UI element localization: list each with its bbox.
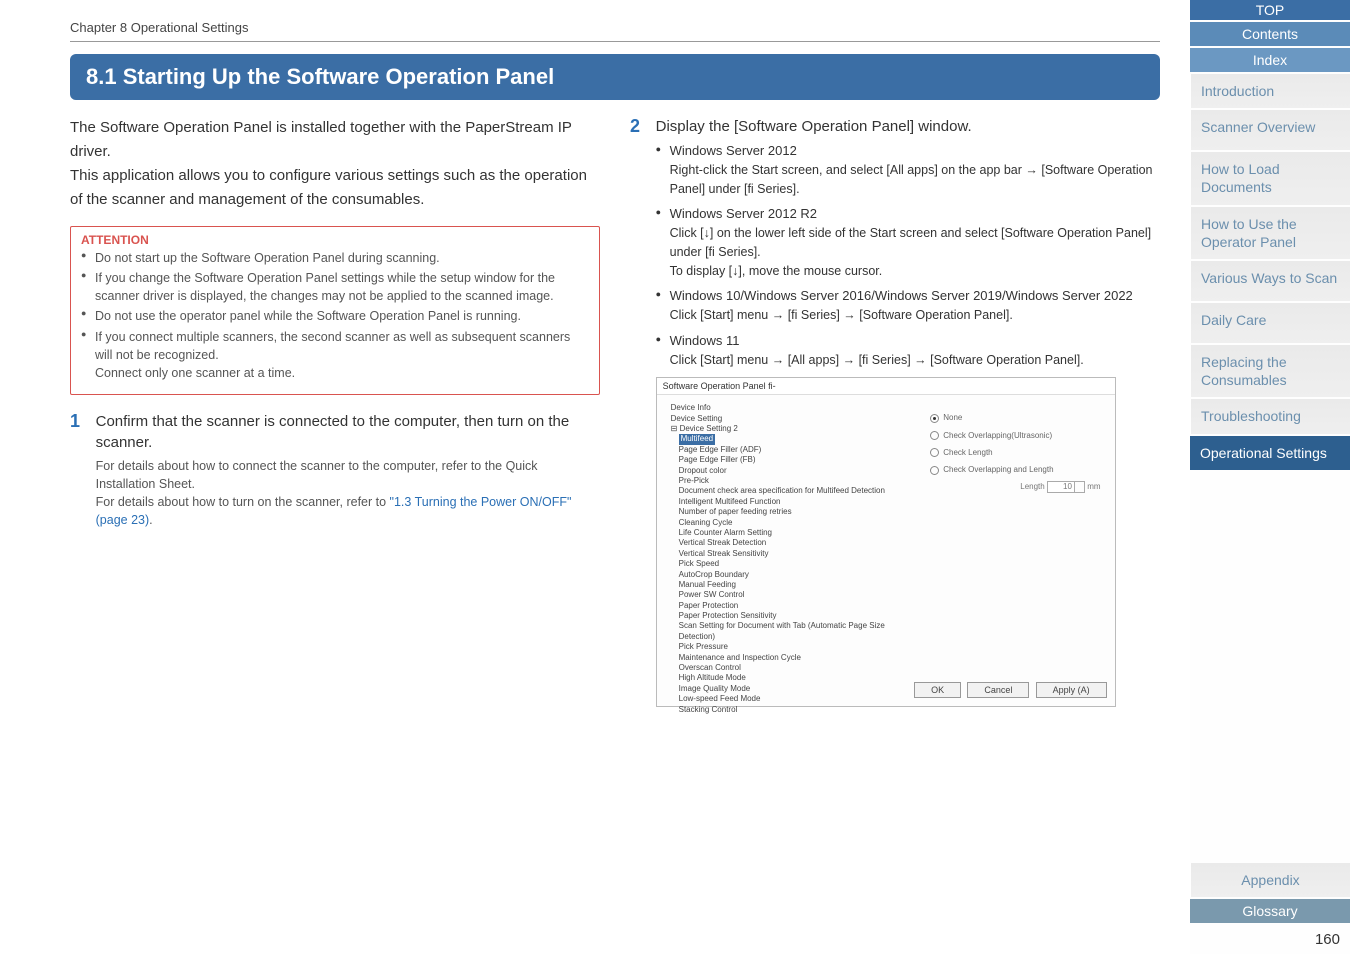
nav-various-ways-to-scan[interactable]: Various Ways to Scan (1190, 261, 1350, 301)
tree-selected-multifeed: Multifeed (679, 434, 715, 444)
screenshot-tree: Device Info Device Setting ⊟ Device Sett… (657, 395, 923, 679)
radio-check-length: Check Length (930, 448, 1106, 457)
chapter-header: Chapter 8 Operational Settings (70, 20, 1160, 42)
step-1-title: Confirm that the scanner is connected to… (96, 411, 598, 453)
radio-overlap-ultrasonic: Check Overlapping(Ultrasonic) (930, 431, 1106, 440)
attention-label: ATTENTION (71, 227, 599, 249)
nav-introduction[interactable]: Introduction (1190, 74, 1350, 108)
attention-item: If you change the Software Operation Pan… (81, 269, 589, 305)
attention-item: If you connect multiple scanners, the se… (81, 328, 589, 382)
os-instruction: Windows 10/Windows Server 2016/Windows S… (656, 286, 1158, 325)
section-title: 8.1 Starting Up the Software Operation P… (86, 64, 554, 89)
radio-none: None (930, 413, 1106, 422)
apply-button: Apply (A) (1036, 682, 1107, 698)
step-number: 1 (70, 411, 92, 432)
step-2-title: Display the [Software Operation Panel] w… (656, 116, 1158, 137)
nav-glossary[interactable]: Glossary (1190, 899, 1350, 923)
os-instruction: Windows Server 2012 Right-click the Star… (656, 141, 1158, 198)
step-1-sub2: For details about how to turn on the sca… (96, 493, 598, 529)
nav-top[interactable]: TOP (1190, 0, 1350, 20)
step-1: 1 Confirm that the scanner is connected … (70, 411, 600, 530)
cancel-button: Cancel (967, 682, 1029, 698)
screenshot-titlebar: Software Operation Panel fi- (657, 378, 1115, 395)
nav-appendix[interactable]: Appendix (1190, 863, 1350, 897)
nav-contents[interactable]: Contents (1190, 22, 1350, 46)
nav-operational-settings-selected[interactable]: Operational Settings (1190, 436, 1350, 470)
intro-text: The Software Operation Panel is installe… (70, 116, 600, 212)
os-instruction: Windows 11 Click [Start] menu → [All app… (656, 331, 1158, 370)
step-number: 2 (630, 116, 652, 137)
software-operation-panel-screenshot: Software Operation Panel fi- Device Info… (656, 377, 1116, 707)
nav-index[interactable]: Index (1190, 48, 1350, 72)
ok-button: OK (914, 682, 961, 698)
nav-scanner-overview[interactable]: Scanner Overview (1190, 110, 1350, 150)
nav-daily-care[interactable]: Daily Care (1190, 303, 1350, 343)
screenshot-right-pane: None Check Overlapping(Ultrasonic) Check… (922, 395, 1114, 679)
nav-replacing-consumables[interactable]: Replacing the Consumables (1190, 345, 1350, 397)
spinner-icon (1075, 481, 1085, 493)
step-2: 2 Display the [Software Operation Panel]… (630, 116, 1160, 707)
nav-troubleshooting[interactable]: Troubleshooting (1190, 399, 1350, 433)
attention-item: Do not use the operator panel while the … (81, 307, 589, 325)
attention-item: Do not start up the Software Operation P… (81, 249, 589, 267)
os-instruction: Windows Server 2012 R2 Click [↓] on the … (656, 204, 1158, 280)
page-number: 160 (1190, 925, 1350, 954)
length-input: 10 (1047, 481, 1075, 493)
radio-overlap-and-length: Check Overlapping and Length (930, 465, 1106, 474)
nav-sidebar: TOP Contents Index Introduction Scanner … (1190, 0, 1350, 954)
nav-how-to-load-documents[interactable]: How to Load Documents (1190, 152, 1350, 204)
attention-box: ATTENTION Do not start up the Software O… (70, 226, 600, 395)
step-1-sub1: For details about how to connect the sca… (96, 457, 598, 493)
section-title-bar: 8.1 Starting Up the Software Operation P… (70, 54, 1160, 100)
nav-how-to-use-operator-panel[interactable]: How to Use the Operator Panel (1190, 207, 1350, 259)
